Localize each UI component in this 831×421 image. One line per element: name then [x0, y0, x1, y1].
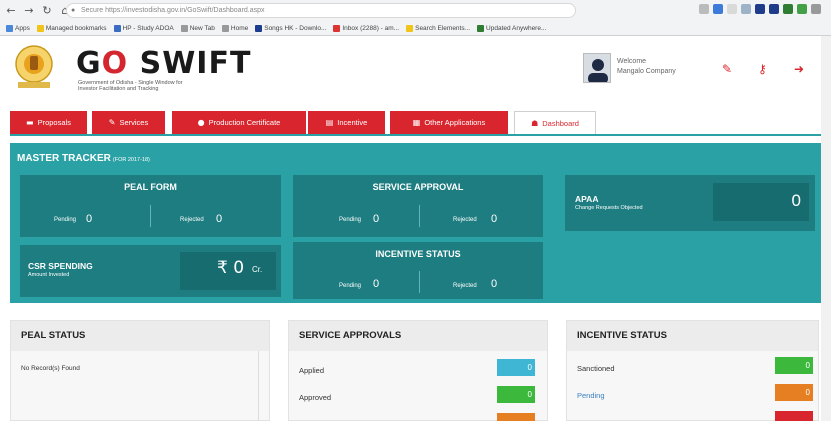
service-approval-card[interactable]: SERVICE APPROVAL Pending 0 Rejected 0	[293, 175, 543, 237]
csr-unit: Cr.	[252, 265, 263, 274]
bookmark[interactable]: Managed bookmarks	[36, 24, 107, 32]
bookmark[interactable]: Apps	[6, 24, 30, 32]
tagline: Government of Odisha - Single Window for…	[78, 80, 183, 92]
lock-icon: ●	[71, 7, 76, 14]
forward-icon[interactable]: →	[22, 4, 36, 18]
star-icon[interactable]	[699, 4, 709, 14]
tracker-title: MASTER TRACKER (FOR 2017-18)	[17, 153, 150, 164]
extension-icon[interactable]	[755, 4, 765, 14]
page-scrollbar[interactable]	[821, 36, 831, 421]
csr-value: ₹ 0	[217, 258, 245, 278]
panel-title: INCENTIVE STATUS	[567, 321, 818, 351]
list-item[interactable]: Applied	[299, 366, 324, 375]
back-icon[interactable]: ←	[4, 4, 18, 18]
url-row: ← → ↻ ⌂ ● Secure https://investodisha.go…	[0, 2, 831, 20]
tab-services[interactable]: ✎ Services	[92, 111, 165, 134]
logout-icon[interactable]: ➜	[794, 62, 804, 76]
peal-status-panel: PEAL STATUS No Record(s) Found	[10, 320, 270, 421]
list-item[interactable]: Sanctioned	[577, 364, 615, 373]
peal-form-card[interactable]: PEAL FORM Pending 0 Rejected 0	[20, 175, 281, 237]
list-item[interactable]: Approved	[299, 393, 331, 402]
panel-title: SERVICE APPROVALS	[289, 321, 547, 351]
address-text: Secure https://investodisha.gov.in/GoSwi…	[81, 7, 265, 14]
panel-title: PEAL STATUS	[11, 321, 269, 351]
bookmark[interactable]: Songs HK - Downlo...	[255, 24, 326, 32]
tab-incentive[interactable]: ▤ Incentive	[308, 111, 385, 134]
certificate-icon: ●	[197, 118, 205, 127]
apaa-card[interactable]: APAA Change Requests Objected 0	[565, 175, 815, 231]
proposals-icon: ▬	[26, 118, 34, 127]
count-badge-partial	[497, 413, 535, 421]
count-badge: 0	[775, 384, 813, 401]
user-icon	[588, 59, 608, 82]
address-bar[interactable]: ● Secure https://investodisha.gov.in/GoS…	[66, 3, 576, 18]
count-badge-partial	[775, 411, 813, 421]
incentive-icon: ▤	[325, 118, 334, 127]
reload-icon[interactable]: ↻	[40, 4, 54, 18]
site-header: GO SWIFT Government of Odisha - Single W…	[0, 36, 831, 100]
goswift-logo[interactable]: GO SWIFT	[76, 46, 251, 81]
bookmark[interactable]: HP - Study ADOA	[113, 24, 174, 32]
tab-proposals[interactable]: ▬ Proposals	[10, 111, 87, 134]
welcome-label: Welcome	[617, 58, 647, 65]
welcome-block: Welcome Mangalo Company	[617, 57, 676, 77]
tab-dashboard[interactable]: ☗ Dashboard	[514, 111, 596, 134]
company-name: Mangalo Company	[617, 68, 676, 75]
extension-icon[interactable]	[713, 4, 723, 14]
incentive-status-card[interactable]: INCENTIVE STATUS Pending 0 Rejected 0	[293, 242, 543, 299]
extension-icon[interactable]	[727, 4, 737, 14]
browser-chrome: ← → ↻ ⌂ ● Secure https://investodisha.go…	[0, 0, 831, 36]
extension-icon[interactable]	[741, 4, 751, 14]
apaa-value: 0	[791, 191, 801, 210]
bookmarks-bar: Apps Managed bookmarks HP - Study ADOA N…	[0, 21, 831, 35]
incentive-status-panel: INCENTIVE STATUS Sanctioned 0 Pending 0	[566, 320, 819, 421]
csr-spending-card[interactable]: CSR SPENDING Amount Invested ₹ 0 Cr.	[20, 245, 281, 297]
extension-icons	[699, 4, 821, 14]
service-approvals-panel: SERVICE APPROVALS Applied 0 Approved 0	[288, 320, 548, 421]
wrench-icon: ✎	[108, 118, 116, 127]
count-badge: 0	[775, 357, 813, 374]
state-emblem-icon	[15, 45, 53, 88]
extension-icon[interactable]	[783, 4, 793, 14]
bookmark[interactable]: Search Elements...	[406, 24, 470, 32]
count-badge: 0	[497, 386, 535, 403]
bookmark[interactable]: Home	[221, 24, 248, 32]
main-tabs: ▬ Proposals ✎ Services ● Production Certifi…	[10, 109, 830, 136]
list-item[interactable]: Pending	[577, 391, 605, 400]
avatar[interactable]	[583, 53, 611, 83]
count-badge: 0	[497, 359, 535, 376]
key-icon[interactable]: ⚷	[758, 62, 767, 76]
bookmark[interactable]: Inbox (2288) - am...	[333, 24, 399, 32]
empty-message: No Record(s) Found	[21, 365, 80, 372]
tab-production-certificate[interactable]: ● Production Certificate	[172, 111, 306, 134]
dashboard-icon: ☗	[531, 118, 539, 128]
edit-icon[interactable]: ✎	[722, 62, 732, 76]
menu-icon[interactable]	[811, 4, 821, 14]
bookmark[interactable]: Updated Anywhere...	[477, 24, 546, 32]
tab-other-applications[interactable]: ▦ Other Applications	[390, 111, 508, 134]
applications-icon: ▦	[412, 118, 421, 127]
bookmark[interactable]: New Tab	[180, 24, 215, 32]
extension-icon[interactable]	[797, 4, 807, 14]
master-tracker: MASTER TRACKER (FOR 2017-18) PEAL FORM Pe…	[10, 143, 830, 303]
extension-icon[interactable]	[769, 4, 779, 14]
